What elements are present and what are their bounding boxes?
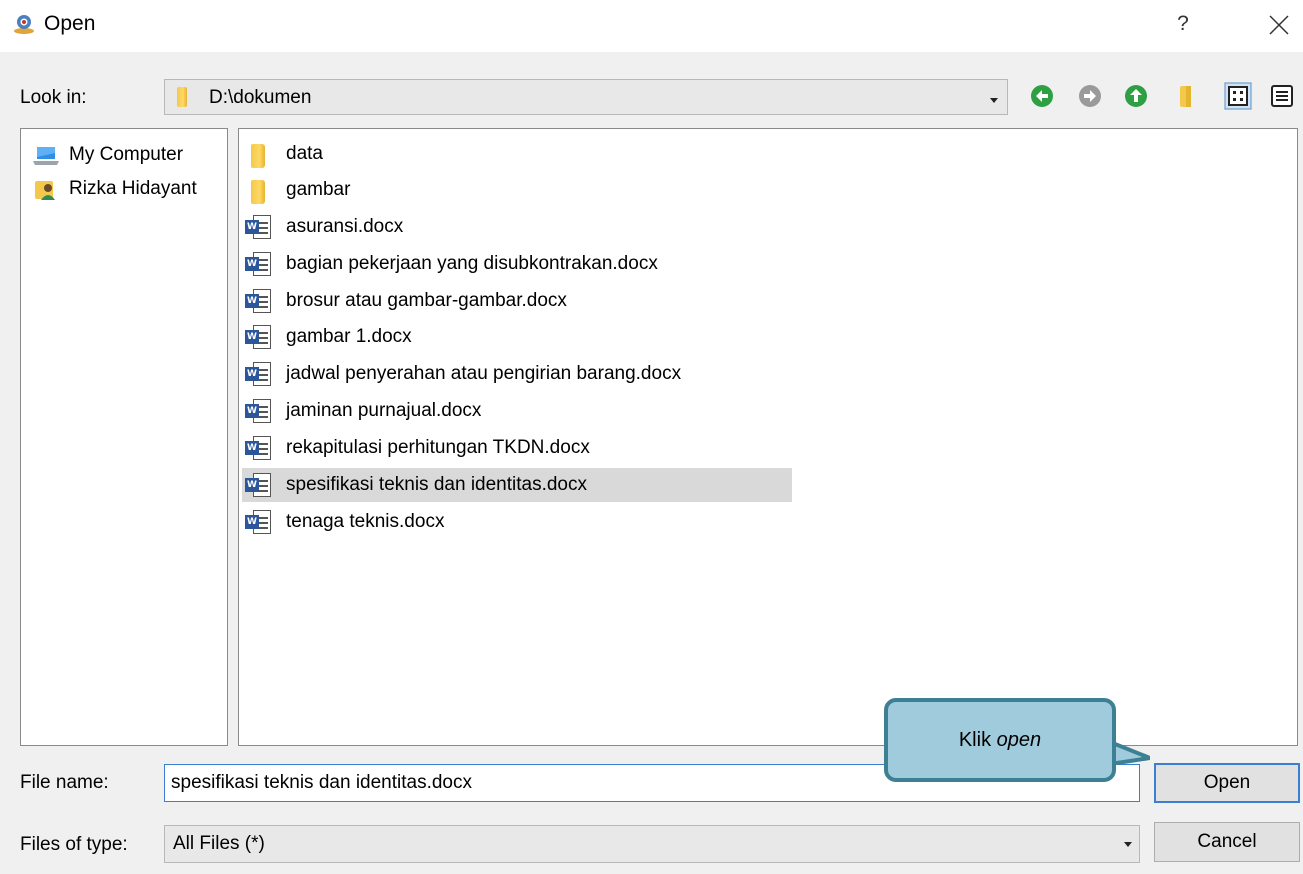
look-in-label: Look in: (20, 87, 87, 108)
open-button[interactable]: Open (1154, 763, 1300, 803)
title-bar (0, 0, 1303, 52)
list-item[interactable]: gambar (242, 173, 792, 207)
close-icon (1269, 15, 1289, 35)
callout-pointer (1110, 740, 1150, 766)
file-name: tenaga teknis.docx (286, 511, 445, 532)
back-icon (1031, 85, 1053, 107)
up-folder-button[interactable] (1122, 82, 1150, 110)
cancel-button[interactable]: Cancel (1154, 822, 1300, 862)
list-item[interactable]: W bagian pekerjaan yang disubkontrakan.d… (242, 247, 792, 281)
sidebar-item-label: My Computer (69, 144, 184, 165)
list-item[interactable]: W rekapitulasi perhitungan TKDN.docx (242, 431, 792, 465)
window-title: Open (44, 12, 96, 35)
folder-icon (245, 178, 273, 204)
word-document-icon: W (245, 215, 273, 241)
new-folder-button[interactable] (1172, 82, 1200, 110)
file-name: gambar (286, 179, 351, 200)
word-document-icon: W (245, 289, 273, 315)
forward-button[interactable] (1076, 82, 1104, 110)
forward-icon (1079, 85, 1101, 107)
file-name: jaminan purnajual.docx (286, 400, 482, 421)
list-item[interactable]: data (242, 137, 792, 171)
list-item[interactable]: W brosur atau gambar-gambar.docx (242, 284, 792, 318)
dropdown-arrow-icon (1121, 837, 1135, 854)
word-document-icon: W (245, 325, 273, 351)
file-name: spesifikasi teknis dan identitas.docx (286, 474, 587, 495)
look-in-value: D:\dokumen (209, 87, 312, 108)
file-name: jadwal penyerahan atau pengirian barang.… (286, 363, 682, 384)
list-view-icon (1224, 82, 1252, 110)
look-in-dropdown[interactable]: D:\dokumen (164, 79, 1008, 115)
file-name: rekapitulasi perhitungan TKDN.docx (286, 437, 590, 458)
help-button[interactable]: ? (1168, 8, 1198, 40)
file-list: data gambar W asuransi.docx W bagian pek… (238, 128, 1298, 746)
word-document-icon: W (245, 473, 273, 499)
file-name: data (286, 143, 323, 164)
list-item[interactable]: W asuransi.docx (242, 210, 792, 244)
file-name: gambar 1.docx (286, 326, 412, 347)
java-app-icon (12, 12, 36, 36)
file-name-label: File name: (20, 772, 109, 793)
list-item[interactable]: W gambar 1.docx (242, 320, 792, 354)
new-folder-icon (1180, 86, 1191, 107)
sidebar-item-label: Rizka Hidayant (69, 178, 197, 199)
folder-icon (177, 87, 189, 107)
details-view-icon (1271, 85, 1293, 107)
up-folder-icon (1125, 85, 1147, 107)
instruction-callout: Klik open (884, 698, 1116, 782)
list-item-selected[interactable]: W spesifikasi teknis dan identitas.docx (242, 468, 792, 502)
file-type-value: All Files (*) (173, 833, 265, 854)
word-document-icon: W (245, 252, 273, 278)
file-name: bagian pekerjaan yang disubkontrakan.doc… (286, 253, 658, 274)
file-type-dropdown[interactable]: All Files (*) (164, 825, 1140, 863)
list-item[interactable]: W jaminan purnajual.docx (242, 394, 792, 428)
back-button[interactable] (1028, 82, 1056, 110)
list-item[interactable]: W jadwal penyerahan atau pengirian baran… (242, 357, 792, 391)
word-document-icon: W (245, 399, 273, 425)
callout-text: Klik open (958, 729, 1042, 751)
details-view-button[interactable] (1268, 82, 1296, 110)
close-button[interactable] (1262, 8, 1296, 42)
computer-icon (33, 145, 59, 167)
list-view-button[interactable] (1224, 82, 1252, 110)
word-document-icon: W (245, 510, 273, 536)
file-type-label: Files of type: (20, 834, 128, 855)
list-item[interactable]: W tenaga teknis.docx (242, 505, 792, 539)
file-name: asuransi.docx (286, 216, 404, 237)
file-name: brosur atau gambar-gambar.docx (286, 290, 567, 311)
dropdown-arrow-icon (987, 84, 1001, 115)
user-folder-icon (33, 179, 59, 201)
word-document-icon: W (245, 362, 273, 388)
word-document-icon: W (245, 436, 273, 462)
folder-icon (245, 142, 273, 168)
places-sidebar: My Computer Rizka Hidayant (20, 128, 228, 746)
